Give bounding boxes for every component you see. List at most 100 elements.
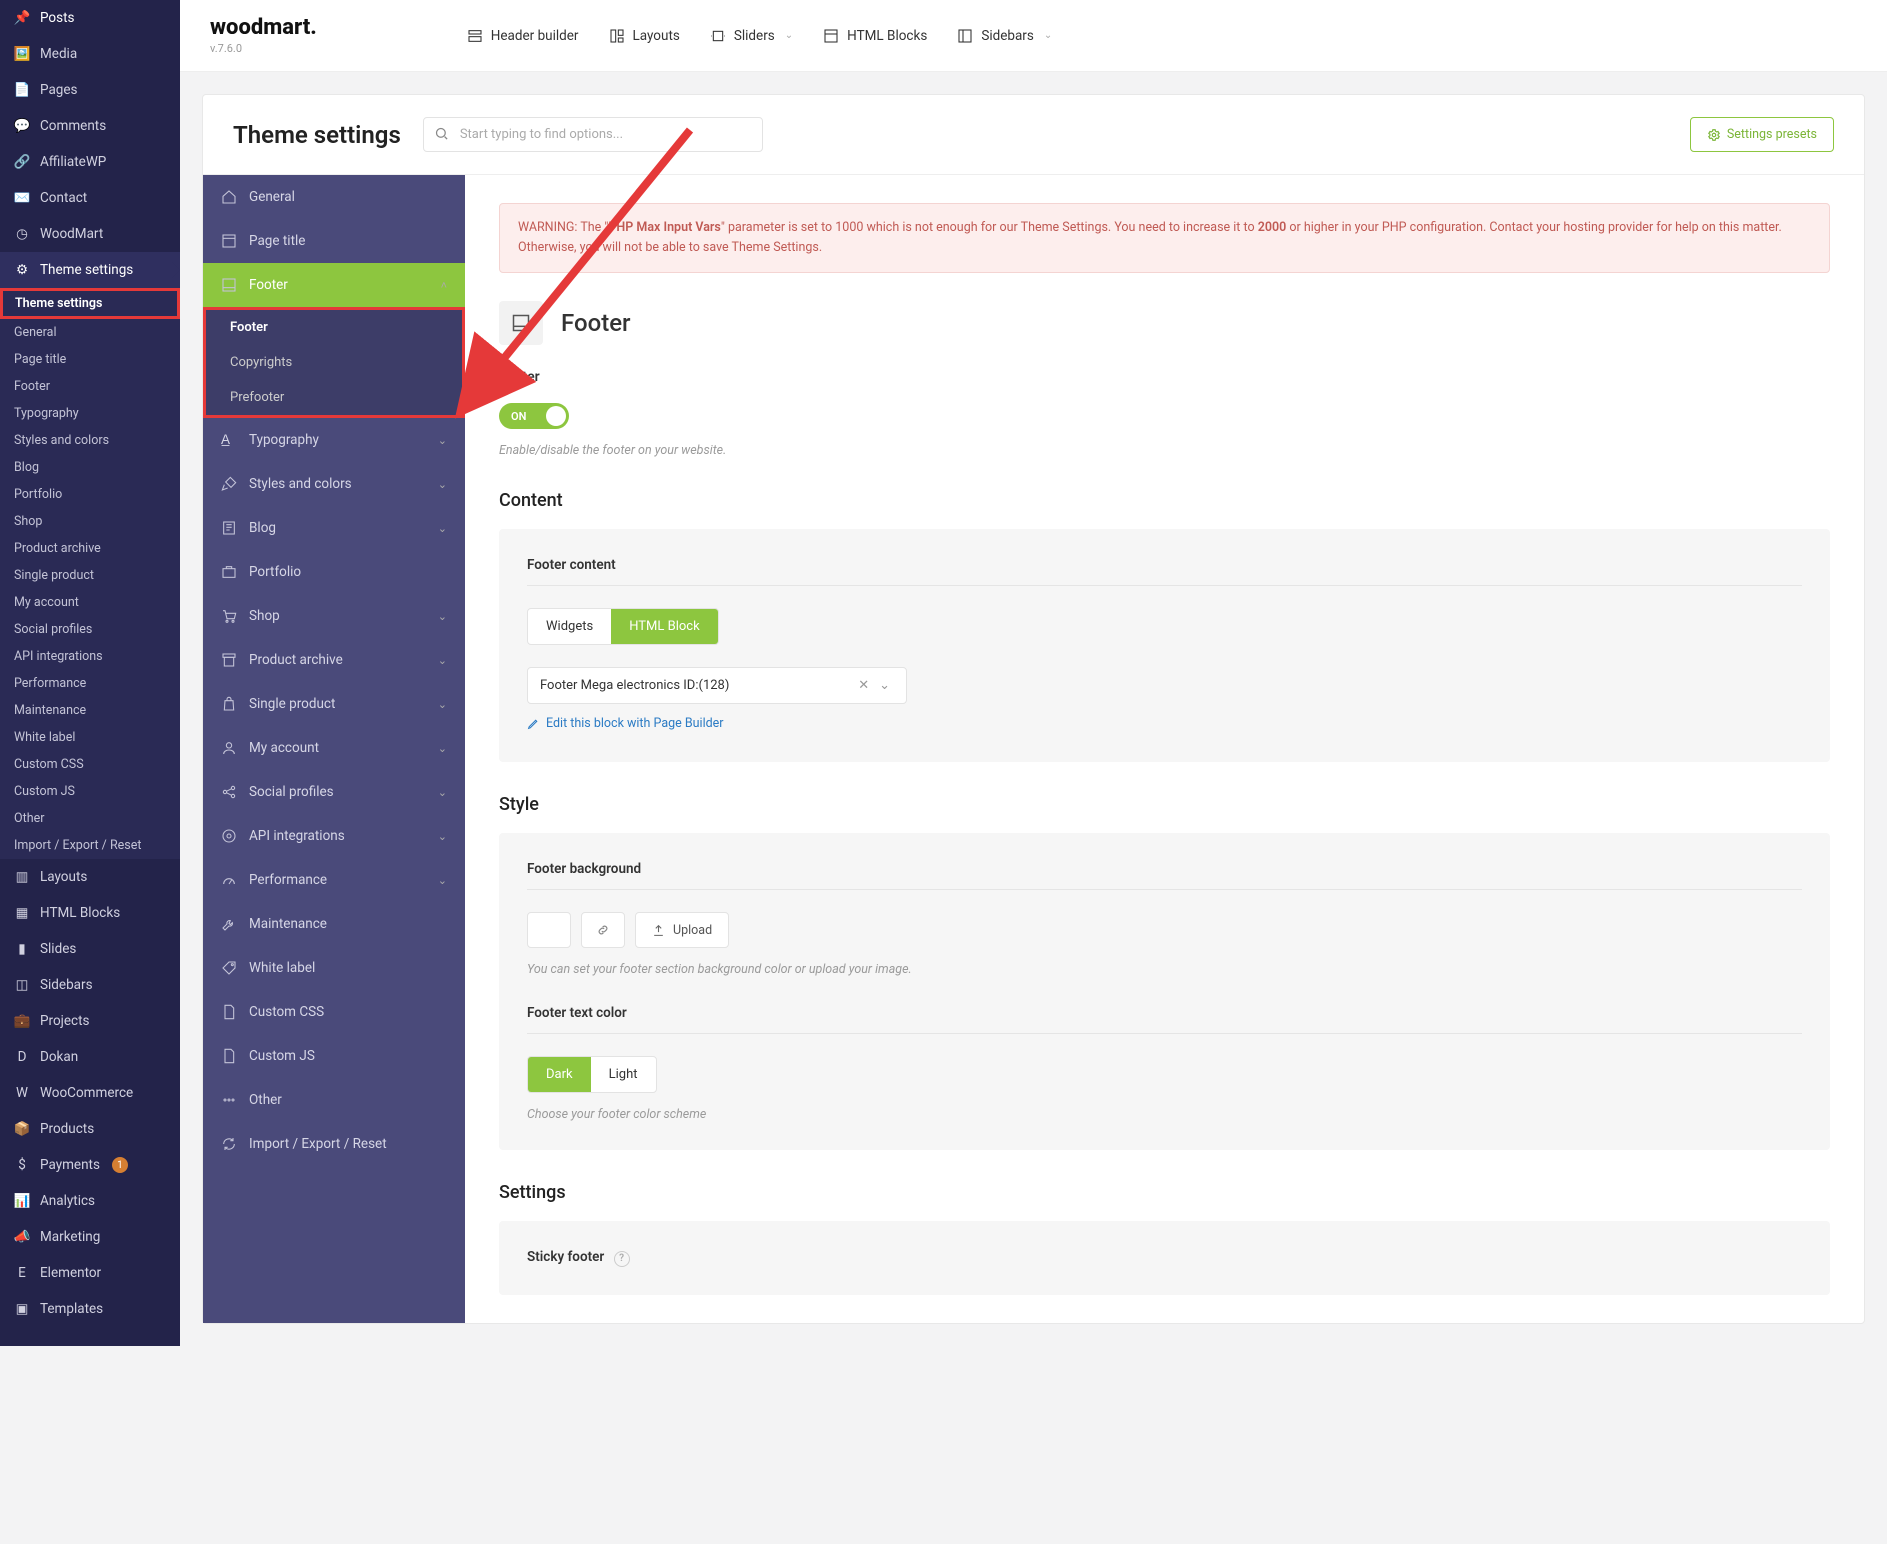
- menu-affiliatewp[interactable]: 🔗AffiliateWP: [0, 144, 180, 180]
- submenu-my-account[interactable]: My account: [0, 589, 180, 616]
- footer-toggle[interactable]: ON: [499, 403, 569, 429]
- html-block-select[interactable]: Footer Mega electronics ID:(128) ✕ ⌄: [527, 667, 907, 704]
- submenu-custom-js[interactable]: Custom JS: [0, 778, 180, 805]
- nav-general[interactable]: General: [203, 175, 465, 219]
- menu-comments[interactable]: 💬Comments: [0, 108, 180, 144]
- submenu-page-title[interactable]: Page title: [0, 346, 180, 373]
- nav-shop[interactable]: Shop⌄: [203, 594, 465, 638]
- menu-contact[interactable]: ✉️Contact: [0, 180, 180, 216]
- settings-search: [423, 117, 763, 152]
- submenu-maintenance[interactable]: Maintenance: [0, 697, 180, 724]
- submenu-api-integrations[interactable]: API integrations: [0, 643, 180, 670]
- settings-presets-button[interactable]: Settings presets: [1690, 117, 1834, 152]
- submenu-white-label[interactable]: White label: [0, 724, 180, 751]
- chevron-down-icon[interactable]: ⌄: [875, 678, 894, 693]
- content-tabs: Widgets HTML Block: [527, 608, 719, 645]
- chevron-down-icon: ⌄: [438, 786, 447, 799]
- submenu-product-archive[interactable]: Product archive: [0, 535, 180, 562]
- tab-dark[interactable]: Dark: [528, 1057, 591, 1092]
- chevron-down-icon: ⌄: [438, 698, 447, 711]
- menu-theme-settings[interactable]: ⚙Theme settings: [0, 252, 180, 288]
- menu-layouts[interactable]: ▥Layouts: [0, 859, 180, 895]
- nav-typography[interactable]: A̲Typography⌄: [203, 418, 465, 462]
- subnav-prefooter[interactable]: Prefooter: [206, 380, 462, 415]
- nav-other[interactable]: Other: [203, 1078, 465, 1122]
- submenu-footer[interactable]: Footer: [0, 373, 180, 400]
- submenu-custom-css[interactable]: Custom CSS: [0, 751, 180, 778]
- sidebars-icon: [957, 28, 973, 44]
- topnav-sliders[interactable]: Sliders⌄: [710, 28, 793, 44]
- nav-custom-js[interactable]: Custom JS: [203, 1034, 465, 1078]
- menu-sidebars[interactable]: ◫Sidebars: [0, 967, 180, 1003]
- menu-slides[interactable]: ▮Slides: [0, 931, 180, 967]
- menu-elementor[interactable]: EElementor: [0, 1255, 180, 1291]
- chevron-down-icon: ⌄: [785, 30, 793, 41]
- bg-color-swatch[interactable]: [527, 912, 571, 948]
- tab-light[interactable]: Light: [591, 1057, 656, 1092]
- tab-html-block[interactable]: HTML Block: [611, 609, 718, 644]
- submenu-typography[interactable]: Typography: [0, 400, 180, 427]
- edit-block-link[interactable]: Edit this block with Page Builder: [527, 716, 724, 731]
- topnav-html-blocks[interactable]: HTML Blocks: [823, 28, 927, 44]
- bg-link-button[interactable]: [581, 912, 625, 948]
- submenu-theme-settings: Theme settings General Page title Footer…: [0, 288, 180, 859]
- menu-posts[interactable]: 📌Posts: [0, 0, 180, 36]
- warning-alert: WARNING: The "PHP Max Input Vars" parame…: [499, 203, 1830, 273]
- nav-social-profiles[interactable]: Social profiles⌄: [203, 770, 465, 814]
- nav-page-title[interactable]: Page title: [203, 219, 465, 263]
- submenu-performance[interactable]: Performance: [0, 670, 180, 697]
- woodmart-icon: ◷: [14, 226, 30, 242]
- menu-dokan[interactable]: DDokan: [0, 1039, 180, 1075]
- nav-single-product[interactable]: Single product⌄: [203, 682, 465, 726]
- clear-icon[interactable]: ✕: [852, 678, 875, 693]
- nav-blog[interactable]: Blog⌄: [203, 506, 465, 550]
- nav-api-integrations[interactable]: API integrations⌄: [203, 814, 465, 858]
- menu-pages[interactable]: 📄Pages: [0, 72, 180, 108]
- nav-product-archive[interactable]: Product archive⌄: [203, 638, 465, 682]
- brand-logo: woodmart. v.7.6.0: [210, 17, 317, 54]
- subnav-footer[interactable]: Footer: [206, 310, 462, 345]
- style-section-heading: Style: [499, 794, 1830, 815]
- menu-templates[interactable]: ▣Templates: [0, 1291, 180, 1327]
- menu-projects[interactable]: 💼Projects: [0, 1003, 180, 1039]
- menu-html-blocks[interactable]: ▦HTML Blocks: [0, 895, 180, 931]
- topnav-sidebars[interactable]: Sidebars⌄: [957, 28, 1052, 44]
- submenu-social-profiles[interactable]: Social profiles: [0, 616, 180, 643]
- menu-woocommerce[interactable]: WWooCommerce: [0, 1075, 180, 1111]
- refresh-icon: [221, 1136, 237, 1152]
- submenu-theme-settings-link[interactable]: Theme settings: [0, 288, 180, 319]
- nav-import-export[interactable]: Import / Export / Reset: [203, 1122, 465, 1166]
- search-input[interactable]: [423, 117, 763, 152]
- submenu-styles-colors[interactable]: Styles and colors: [0, 427, 180, 454]
- submenu-shop[interactable]: Shop: [0, 508, 180, 535]
- submenu-blog[interactable]: Blog: [0, 454, 180, 481]
- nav-performance[interactable]: Performance⌄: [203, 858, 465, 902]
- submenu-single-product[interactable]: Single product: [0, 562, 180, 589]
- submenu-other[interactable]: Other: [0, 805, 180, 832]
- subnav-copyrights[interactable]: Copyrights: [206, 345, 462, 380]
- menu-woodmart[interactable]: ◷WoodMart: [0, 216, 180, 252]
- submenu-general[interactable]: General: [0, 319, 180, 346]
- payments-icon: $: [14, 1157, 30, 1173]
- nav-portfolio[interactable]: Portfolio: [203, 550, 465, 594]
- menu-media[interactable]: 🖼️Media: [0, 36, 180, 72]
- submenu-portfolio[interactable]: Portfolio: [0, 481, 180, 508]
- nav-my-account[interactable]: My account⌄: [203, 726, 465, 770]
- topnav-layouts[interactable]: Layouts: [609, 28, 680, 44]
- tab-widgets[interactable]: Widgets: [528, 609, 611, 644]
- topnav-header-builder[interactable]: Header builder: [467, 28, 579, 44]
- menu-payments[interactable]: $Payments1: [0, 1147, 180, 1183]
- nav-white-label[interactable]: White label: [203, 946, 465, 990]
- nav-footer[interactable]: Footer˄: [203, 263, 465, 307]
- bg-upload-button[interactable]: Upload: [635, 912, 729, 948]
- sticky-footer-label: Sticky footer ?: [527, 1249, 1802, 1267]
- nav-styles-colors[interactable]: Styles and colors⌄: [203, 462, 465, 506]
- help-icon[interactable]: ?: [614, 1251, 630, 1267]
- menu-products[interactable]: 📦Products: [0, 1111, 180, 1147]
- nav-maintenance[interactable]: Maintenance: [203, 902, 465, 946]
- menu-analytics[interactable]: 📊Analytics: [0, 1183, 180, 1219]
- nav-custom-css[interactable]: Custom CSS: [203, 990, 465, 1034]
- menu-marketing[interactable]: 📣Marketing: [0, 1219, 180, 1255]
- html-blocks-icon: [823, 28, 839, 44]
- submenu-import-export[interactable]: Import / Export / Reset: [0, 832, 180, 859]
